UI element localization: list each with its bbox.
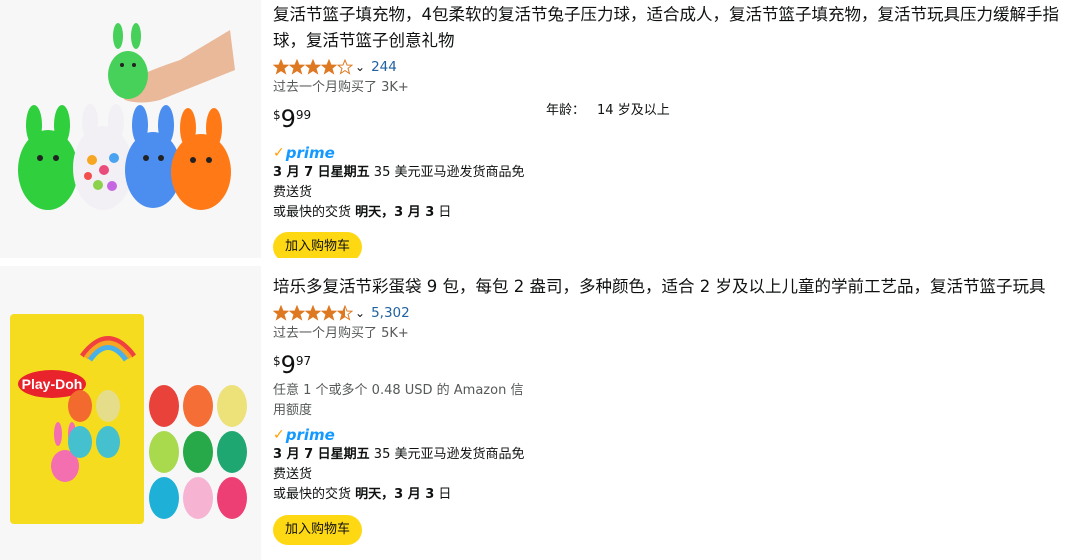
star-icon [337,305,353,321]
prime-badge: ✓ prime [273,143,1073,163]
chevron-down-icon[interactable]: ⌄ [355,60,365,74]
star-rating[interactable] [273,305,353,321]
product-card-1: 复活节篮子填充物，4包柔软的复活节兔子压力球，适合成人，复活节篮子填充物，复活节… [0,0,1080,262]
fastest-prefix: 或最快的交货 [273,487,356,502]
star-icon [321,305,337,321]
age-value: 14 岁及以上 [597,103,670,118]
star-icon [305,305,321,321]
fastest-prefix: 或最快的交货 [273,205,356,220]
rating-row: ⌄ 244 [273,56,1073,78]
delivery-text: 3 月 7 日星期五 35 美元亚马逊发货商品免费送货 [273,445,533,485]
credit-offer-text: 任意 1 个或多个 0.48 USD 的 Amazon 信用额度 [273,383,524,418]
add-to-cart-button[interactable]: 加入购物车 [273,515,363,545]
star-icon [337,59,353,75]
rating-row: ⌄ 5,302 [273,302,1073,324]
prime-check-icon: ✓ [273,145,285,161]
product-image-2[interactable]: Play-Doh [0,266,261,560]
fastest-delivery-text: 或最快的交货 明天，3 月 3 日 [273,203,1073,223]
product-title-link[interactable]: 复活节篮子填充物，4包柔软的复活节兔子压力球，适合成人，复活节篮子填充物，复活节… [273,2,1073,54]
chevron-down-icon[interactable]: ⌄ [355,306,365,320]
price-symbol: $ [273,108,281,122]
star-icon [305,59,321,75]
delivery-date: 3 月 7 日星期五 [273,447,370,462]
fastest-date: 明天，3 月 3 [355,205,435,220]
prime-logo: prime [285,144,335,162]
star-icon [273,59,289,75]
prime-logo: prime [285,426,335,444]
price-row: $ 9 99 年龄： 14 岁及以上 [273,103,1073,139]
price-fraction: 99 [295,108,312,122]
age-info: 年龄： 14 岁及以上 [546,99,670,118]
price-fraction: 97 [295,354,312,368]
price-symbol: $ [273,354,281,368]
price[interactable]: $ 9 99 [273,105,1073,133]
price-whole: 9 [280,351,296,379]
card-divider [0,258,1080,266]
rating-count-link[interactable]: 5,302 [371,305,410,321]
delivery-text: 3 月 7 日星期五 35 美元亚马逊发货商品免费送货 [273,163,533,203]
product-info-2: 培乐多复活节彩蛋袋 9 包，每包 2 盎司，多种颜色，适合 2 岁及以上儿童的学… [273,266,1073,545]
age-label: 年龄： [546,103,586,118]
bunny-squishy-balls-image [0,0,261,258]
play-doh-eggs-image: Play-Doh [0,266,261,560]
star-icon [289,305,305,321]
price-row: $ 9 97 [273,351,1073,381]
prime-badge: ✓ prime [273,425,1073,445]
fastest-suffix: 日 [434,205,452,220]
star-icon [321,59,337,75]
star-icon [289,59,305,75]
play-doh-logo-text: Play-Doh [22,376,83,392]
product-image-1[interactable] [0,0,261,258]
price-whole: 9 [280,105,296,133]
delivery-date: 3 月 7 日星期五 [273,165,370,180]
price[interactable]: $ 9 97 [273,351,1073,379]
fastest-date: 明天，3 月 3 [355,487,435,502]
rating-count-link[interactable]: 244 [371,59,397,75]
bought-recently-text: 过去一个月购买了 5K+ [273,326,409,341]
bought-recently-text: 过去一个月购买了 3K+ [273,80,409,95]
product-card-2: Play-Doh 培乐多复活节彩蛋袋 9 包，每包 2 盎司，多种颜色，适合 2… [0,266,1080,560]
fastest-suffix: 日 [434,487,452,502]
star-icon [273,305,289,321]
fastest-delivery-text: 或最快的交货 明天，3 月 3 日 [273,485,1073,505]
star-rating[interactable] [273,59,353,75]
prime-check-icon: ✓ [273,427,285,443]
product-title-link[interactable]: 培乐多复活节彩蛋袋 9 包，每包 2 盎司，多种颜色，适合 2 岁及以上儿童的学… [273,274,1073,300]
product-info-1: 复活节篮子填充物，4包柔软的复活节兔子压力球，适合成人，复活节篮子填充物，复活节… [273,0,1073,262]
